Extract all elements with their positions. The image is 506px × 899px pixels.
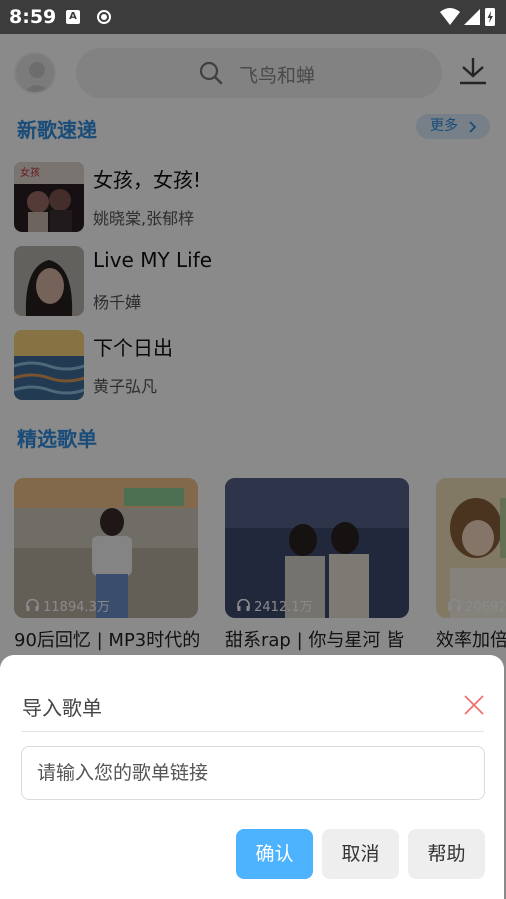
status-icons [438, 6, 498, 32]
a-badge-icon: A [66, 10, 80, 24]
import-playlist-dialog: 导入歌单 确认 取消 帮助 [0, 655, 504, 899]
dialog-title: 导入歌单 [22, 696, 102, 720]
help-button[interactable]: 帮助 [408, 829, 485, 879]
confirm-button[interactable]: 确认 [236, 829, 313, 879]
close-icon[interactable] [462, 693, 486, 717]
record-icon [97, 10, 111, 24]
playlist-link-input[interactable] [21, 746, 485, 800]
cancel-button[interactable]: 取消 [322, 829, 399, 879]
status-time: 8:59 [9, 6, 57, 28]
status-bar: 8:59 A [0, 0, 506, 34]
dialog-divider [22, 731, 484, 732]
signal-icon [464, 9, 480, 25]
wifi-icon [440, 8, 495, 26]
